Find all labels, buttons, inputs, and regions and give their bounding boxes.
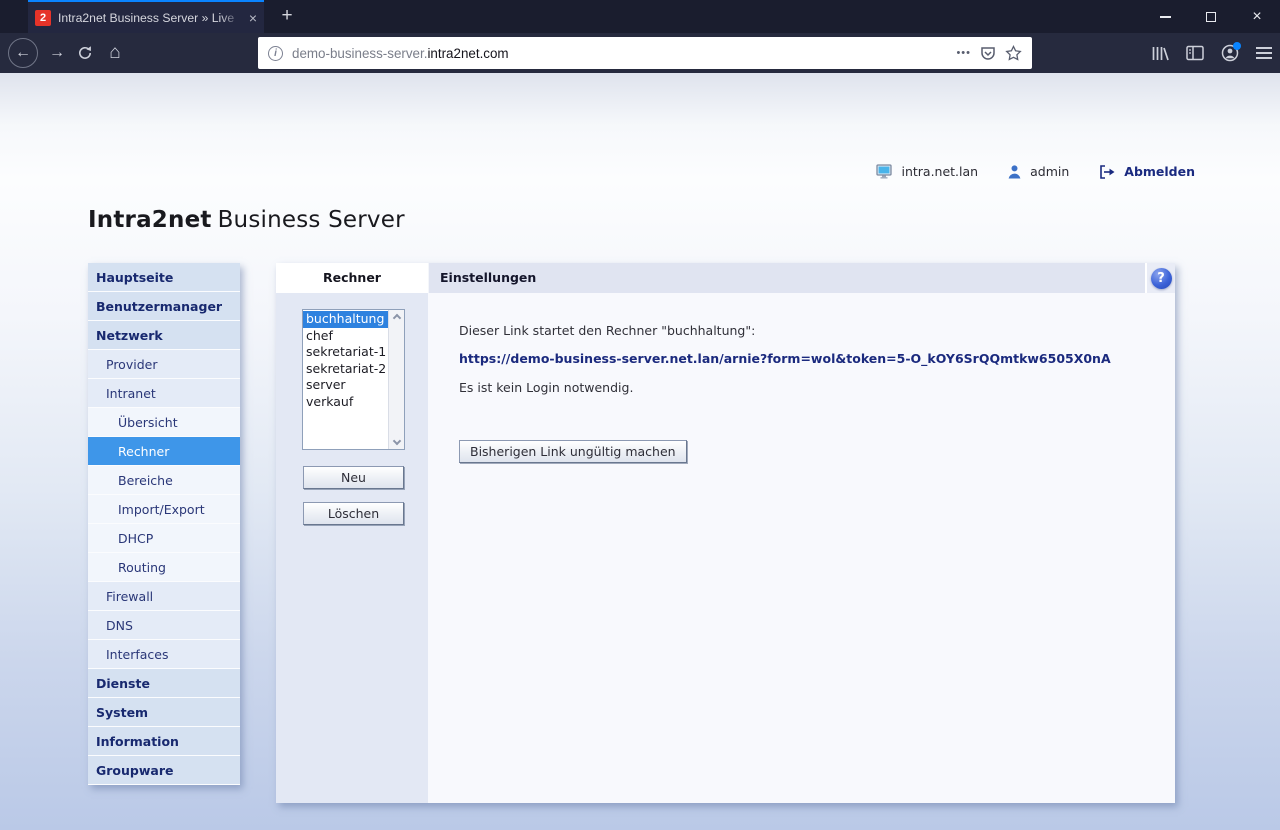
invalidate-link-button[interactable]: Bisherigen Link ungültig machen [459, 440, 687, 463]
list-item[interactable]: buchhaltung [303, 311, 388, 328]
settings-content: Dieser Link startet den Rechner "buchhal… [428, 293, 1175, 803]
bookmark-star-icon[interactable] [1005, 44, 1022, 62]
library-icon[interactable] [1151, 45, 1169, 62]
sidebar-item-bereiche[interactable]: Bereiche [88, 466, 240, 495]
maximize-icon [1206, 11, 1216, 22]
left-column: buchhaltung chef sekretariat-1 sekretariat-… [276, 293, 428, 803]
user-label: admin [1030, 164, 1070, 179]
list-item[interactable]: chef [303, 328, 388, 345]
sidebar-item-interfaces[interactable]: Interfaces [88, 640, 240, 669]
sidebar-item-routing[interactable]: Routing [88, 553, 240, 582]
panel-body: buchhaltung chef sekretariat-1 sekretariat-… [276, 293, 1175, 803]
page-content: intra.net.lan admin Abmelden Intra2net Bu… [0, 73, 1280, 830]
browser-tab[interactable]: 2 Intra2net Business Server » Live × [28, 0, 264, 33]
toolbar-right [1151, 42, 1272, 62]
sidebar-item-dhcp[interactable]: DHCP [88, 524, 240, 553]
reload-icon [79, 46, 91, 59]
tab-rechner[interactable]: Rechner [276, 263, 428, 293]
account-badge [1233, 42, 1241, 50]
wol-link[interactable]: https://demo-business-server.net.lan/arn… [459, 351, 1155, 366]
url-domain: intra2net.com [427, 45, 509, 61]
sidebar-item-import-export[interactable]: Import/Export [88, 495, 240, 524]
sidebar-item-dienste[interactable]: Dienste [88, 669, 240, 698]
tab-close-icon[interactable]: × [249, 11, 257, 25]
navigation-toolbar: ← → ⌂ i demo-business-server.intra2net.c… [0, 33, 1280, 73]
logout-icon [1100, 164, 1115, 179]
minimize-icon [1159, 15, 1171, 18]
sidebar-item-rechner[interactable]: Rechner [88, 437, 240, 466]
new-button[interactable]: Neu [303, 466, 404, 489]
url-bar[interactable]: i demo-business-server.intra2net.com ••• [258, 37, 1032, 69]
tab-title: Intra2net Business Server » Live [58, 10, 242, 25]
computer-list: buchhaltung chef sekretariat-1 sekretariat-… [303, 310, 388, 449]
help-icon[interactable]: ? [1150, 267, 1172, 289]
panel-title: Einstellungen [428, 263, 1145, 293]
window-controls: × [1142, 0, 1280, 33]
logout-label: Abmelden [1124, 164, 1195, 179]
logout-link[interactable]: Abmelden [1099, 164, 1195, 179]
titlebar: 2 Intra2net Business Server » Live × + × [0, 0, 1280, 33]
host-label: intra.net.lan [901, 164, 979, 179]
browser-window: 2 Intra2net Business Server » Live × + ×… [0, 0, 1280, 830]
sidebar-item-hauptseite[interactable]: Hauptseite [88, 263, 240, 292]
back-button[interactable]: ← [8, 38, 38, 68]
host-indicator: intra.net.lan [876, 164, 978, 179]
sidebar-item-netzwerk[interactable]: Netzwerk [88, 321, 240, 350]
brand-logo: Intra2net Business Server [88, 207, 405, 233]
close-button[interactable]: × [1234, 0, 1280, 33]
site-info-icon[interactable]: i [268, 45, 283, 61]
list-item[interactable]: verkauf [303, 394, 388, 411]
sidebar-item-information[interactable]: Information [88, 727, 240, 756]
main-panel: Rechner Einstellungen ? buchhaltung chef s… [276, 263, 1175, 803]
help-cell: ? [1145, 263, 1175, 293]
sidebar-item-system[interactable]: System [88, 698, 240, 727]
brand-rest: Business Server [217, 207, 405, 233]
sidebar-item-dns[interactable]: DNS [88, 611, 240, 640]
computer-list-box[interactable]: buchhaltung chef sekretariat-1 sekretariat-… [302, 309, 405, 450]
page-actions-icon[interactable]: ••• [956, 47, 971, 59]
sidebar-item-intranet[interactable]: Intranet [88, 379, 240, 408]
account-icon[interactable] [1221, 42, 1241, 62]
monitor-icon [876, 164, 893, 179]
list-item[interactable]: server [303, 377, 388, 394]
link-intro-text: Dieser Link startet den Rechner "buchhal… [459, 323, 756, 338]
maximize-button[interactable] [1188, 0, 1234, 33]
home-button[interactable]: ⌂ [100, 42, 130, 64]
sidebar-item-groupware[interactable]: Groupware [88, 756, 240, 785]
pocket-icon[interactable] [980, 45, 996, 61]
user-icon [1008, 164, 1021, 178]
reload-button[interactable] [70, 45, 100, 61]
list-item[interactable]: sekretariat-1 [303, 344, 388, 361]
panel-tab-row: Rechner Einstellungen ? [276, 263, 1175, 293]
brand-bold: Intra2net [88, 207, 212, 233]
favicon-icon: 2 [35, 9, 51, 26]
sidebar-item-firewall[interactable]: Firewall [88, 582, 240, 611]
sidebar-item-benutzermanager[interactable]: Benutzermanager [88, 292, 240, 321]
url-text: demo-business-server.intra2net.com [292, 46, 947, 61]
user-indicator: admin [1008, 164, 1069, 179]
sidebar: Hauptseite Benutzermanager Netzwerk Provide… [88, 263, 240, 785]
sidebar-item-provider[interactable]: Provider [88, 350, 240, 379]
scroll-down-icon[interactable] [392, 436, 401, 446]
list-scrollbar[interactable] [388, 310, 404, 449]
user-bar: intra.net.lan admin Abmelden [876, 164, 1195, 179]
scroll-up-icon[interactable] [392, 313, 401, 323]
sidebars-icon[interactable] [1186, 45, 1204, 61]
sidebar-item--bersicht[interactable]: Übersicht [88, 408, 240, 437]
forward-button[interactable]: → [44, 44, 70, 62]
minimize-button[interactable] [1142, 0, 1188, 33]
login-note-text: Es ist kein Login notwendig. [459, 380, 634, 395]
list-item[interactable]: sekretariat-2 [303, 361, 388, 378]
delete-button[interactable]: Löschen [303, 502, 404, 525]
menu-icon[interactable] [1256, 47, 1272, 59]
new-tab-button[interactable]: + [268, 0, 306, 33]
url-prefix: demo-business-server. [292, 45, 428, 61]
